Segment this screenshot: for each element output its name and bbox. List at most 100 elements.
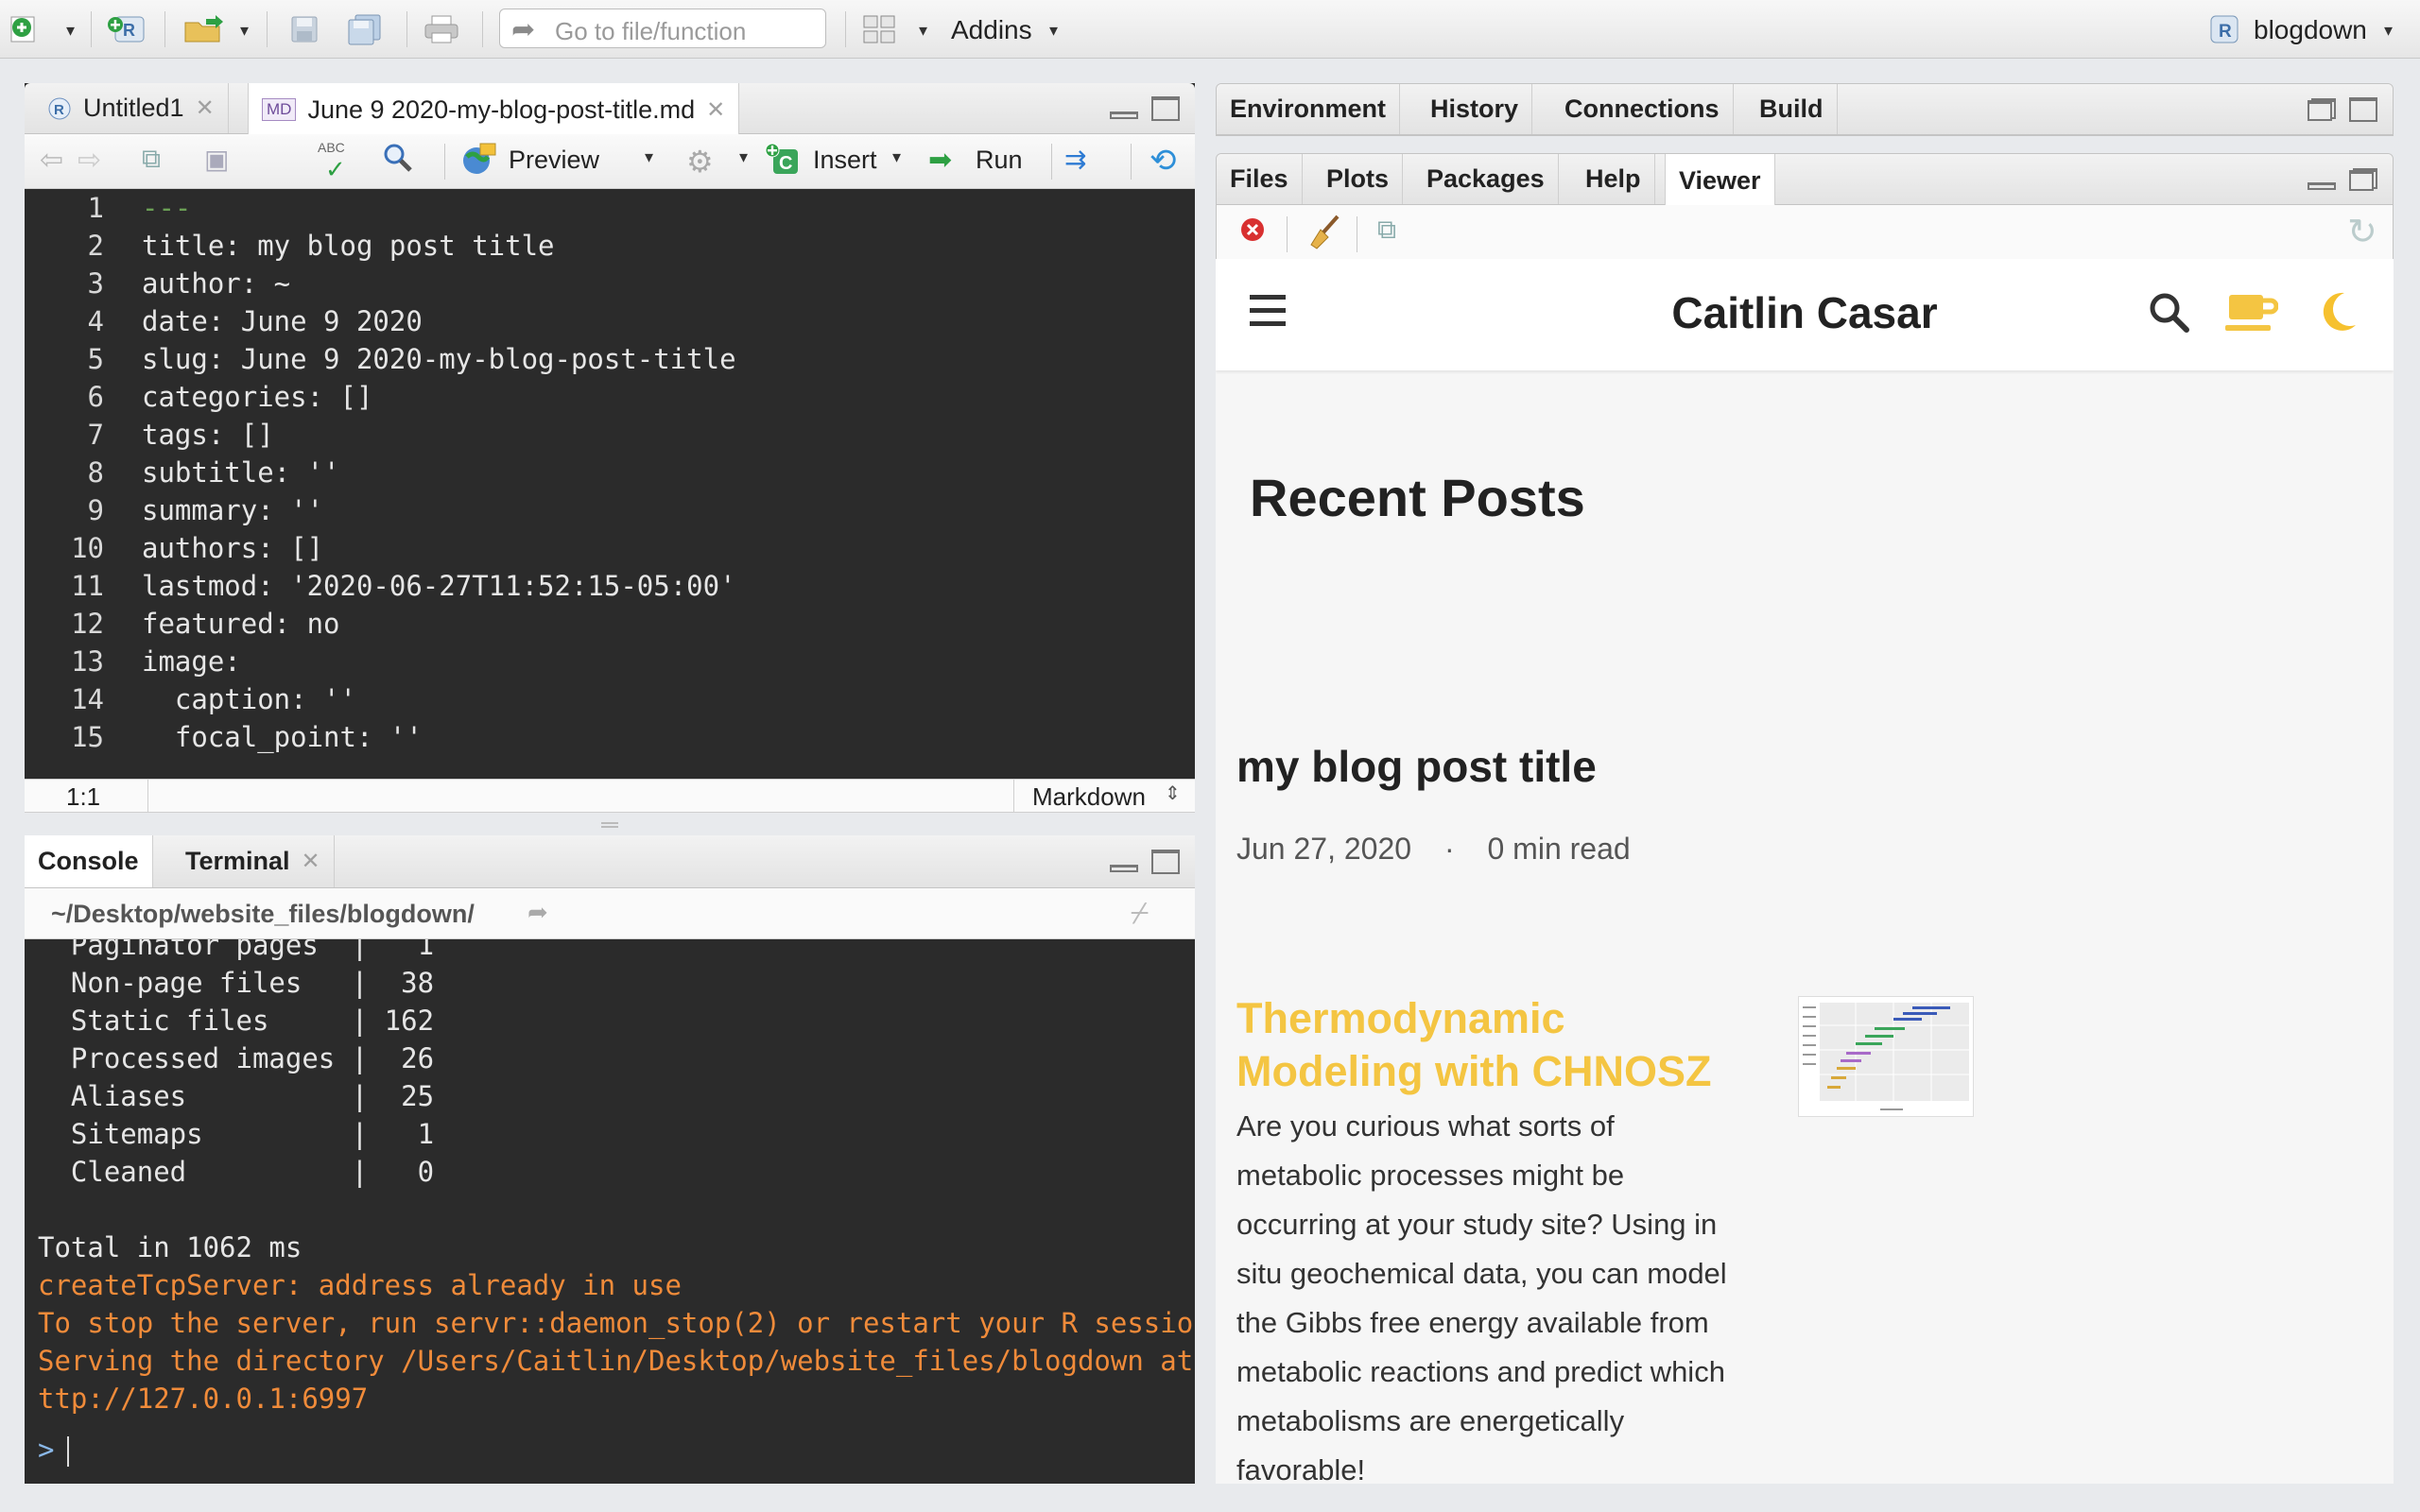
close-icon[interactable]: ✕ [302,848,320,875]
coffee-cup-icon[interactable] [2225,291,2279,337]
chevron-down-icon[interactable]: ▾ [919,21,927,41]
run-arrow-icon[interactable]: ➡ [928,144,952,177]
tab-label: Console [38,847,139,875]
featured-post-title-link[interactable]: Thermodynamic Modeling with CHNOSZ [1236,992,1711,1098]
console-output[interactable]: Paginator pages | 1 Non-page files | 38 … [25,939,1195,1484]
tab-help[interactable]: Help [1572,154,1655,204]
tab-plots[interactable]: Plots [1313,154,1404,204]
grid-layout-icon[interactable] [862,13,896,45]
maximize-icon[interactable] [1151,849,1180,874]
show-in-window-icon[interactable]: ⧉ [142,144,161,175]
restore-icon[interactable] [2308,97,2336,121]
forward-arrow-icon[interactable]: ⇨ [78,144,101,177]
toolbar-divider [406,11,407,47]
svg-text:R: R [2219,22,2232,42]
chevron-down-icon[interactable]: ▾ [1049,21,1058,41]
featured-post-thumbnail[interactable] [1798,996,1974,1117]
code-line: 12 featured: no [25,605,339,643]
tab-viewer[interactable]: Viewer [1665,154,1775,207]
stop-icon[interactable] [1239,216,1266,248]
tab-console[interactable]: Console [25,835,153,887]
tab-files[interactable]: Files [1217,154,1303,204]
tab-connections[interactable]: Connections [1551,84,1734,134]
print-icon[interactable] [424,13,459,45]
site-title[interactable]: Caitlin Casar [1216,287,2394,338]
back-arrow-icon[interactable]: ⇦ [40,144,63,177]
code-editor[interactable]: 1 --- 2 title: my blog post title 3 author: ~… [25,189,1195,779]
open-folder-icon[interactable] [182,13,227,45]
moon-icon[interactable] [2316,289,2360,339]
tab-label: Viewer [1679,165,1761,195]
chevron-down-icon[interactable]: ▾ [240,21,249,41]
tab-terminal[interactable]: Terminal ✕ [172,835,335,887]
new-file-icon[interactable] [9,13,38,45]
line-number: 10 [71,532,104,564]
chevron-down-icon[interactable]: ▾ [645,147,653,167]
cursor-position: 1:1 [66,782,101,811]
go-to-file-input[interactable]: ➦ Go to file/function [499,9,826,48]
working-directory[interactable]: ~/Desktop/website_files/blogdown/ [51,900,475,929]
addins-menu[interactable]: Addins [951,15,1032,45]
clear-broom-icon[interactable] [1305,213,1343,255]
chevron-down-icon[interactable]: ▾ [2384,21,2393,41]
chevron-down-icon[interactable]: ▾ [739,147,748,167]
close-icon[interactable]: ✕ [196,94,215,122]
console-path-bar: ~/Desktop/website_files/blogdown/ ➦ ⌿ [25,888,1195,939]
go-to-directory-icon[interactable]: ➦ [527,898,548,927]
chevron-down-icon[interactable]: ▾ [66,21,75,41]
restore-icon[interactable] [2349,167,2377,191]
search-icon[interactable] [2146,289,2191,339]
tab-build[interactable]: Build [1746,84,1838,134]
vertical-splitter[interactable] [1201,83,1210,1484]
insert-button[interactable]: Insert [813,146,877,175]
maximize-icon[interactable] [2349,96,2377,122]
console-prompt[interactable]: > [38,1431,70,1469]
updown-icon[interactable]: ⇕ [1165,782,1181,805]
preview-button[interactable]: Preview [509,146,599,175]
minimize-icon[interactable] [1110,864,1138,872]
file-type-select[interactable]: Markdown [1032,782,1146,812]
new-project-icon[interactable]: R [106,13,147,45]
search-icon[interactable] [382,142,414,179]
tab-label: Untitled1 [83,94,184,122]
post-title-link[interactable]: my blog post title [1236,741,1597,792]
tab-untitled1[interactable]: R Untitled1 ✕ [34,83,229,133]
goto-placeholder: Go to file/function [555,17,747,45]
tab-packages[interactable]: Packages [1413,154,1559,204]
text-cursor [67,1436,70,1467]
save-all-icon[interactable] [346,13,384,45]
project-menu[interactable]: blogdown [2254,15,2367,45]
viewer-window-controls [2308,154,2377,204]
clear-console-broom-icon[interactable]: ⌿ [1131,896,1149,932]
maximize-icon[interactable] [1151,95,1180,121]
pane-splitter[interactable] [25,815,1195,835]
preview-globe-icon[interactable] [459,142,499,182]
spellcheck-icon[interactable]: ✓ [325,155,346,184]
close-icon[interactable]: ✕ [706,96,725,124]
line-number: 9 [87,494,104,526]
line-number: 12 [71,608,104,640]
show-in-window-icon[interactable]: ⧉ [1377,215,1396,246]
meta-separator: · [1443,832,1455,866]
tab-environment[interactable]: Environment [1217,84,1401,134]
minimize-icon[interactable] [2308,181,2336,190]
chevron-down-icon[interactable]: ▾ [892,147,901,167]
splitter-grip [601,822,618,828]
minimize-icon[interactable] [1110,111,1138,119]
save-icon[interactable]: ▣ [204,144,229,175]
run-button[interactable]: Run [976,146,1023,175]
insert-chunk-icon[interactable]: C [764,142,802,182]
rerun-icon[interactable]: ⇉ [1064,144,1086,175]
tab-history[interactable]: History [1417,84,1533,134]
refresh-icon[interactable]: ↻ [2347,211,2377,253]
viewer-toolbar: ⧉ ↻ [1217,205,2393,260]
gear-icon[interactable]: ⚙ [686,144,714,180]
save-icon[interactable] [289,13,320,45]
code-line: 2 title: my blog post title [25,227,555,265]
line-text: focal_point: '' [142,721,423,753]
featured-post-summary: Are you curious what sorts of metabolic p… [1236,1102,1727,1484]
tab-md-file[interactable]: MD June 9 2020-my-blog-post-title.md ✕ [248,83,740,136]
tab-label: Packages [1426,164,1545,193]
publish-icon[interactable]: ⟲ [1150,142,1177,180]
main-toolbar: ▾ R ▾ ➦ Go to file/function ▾ Addins ▾ R… [0,0,2420,59]
